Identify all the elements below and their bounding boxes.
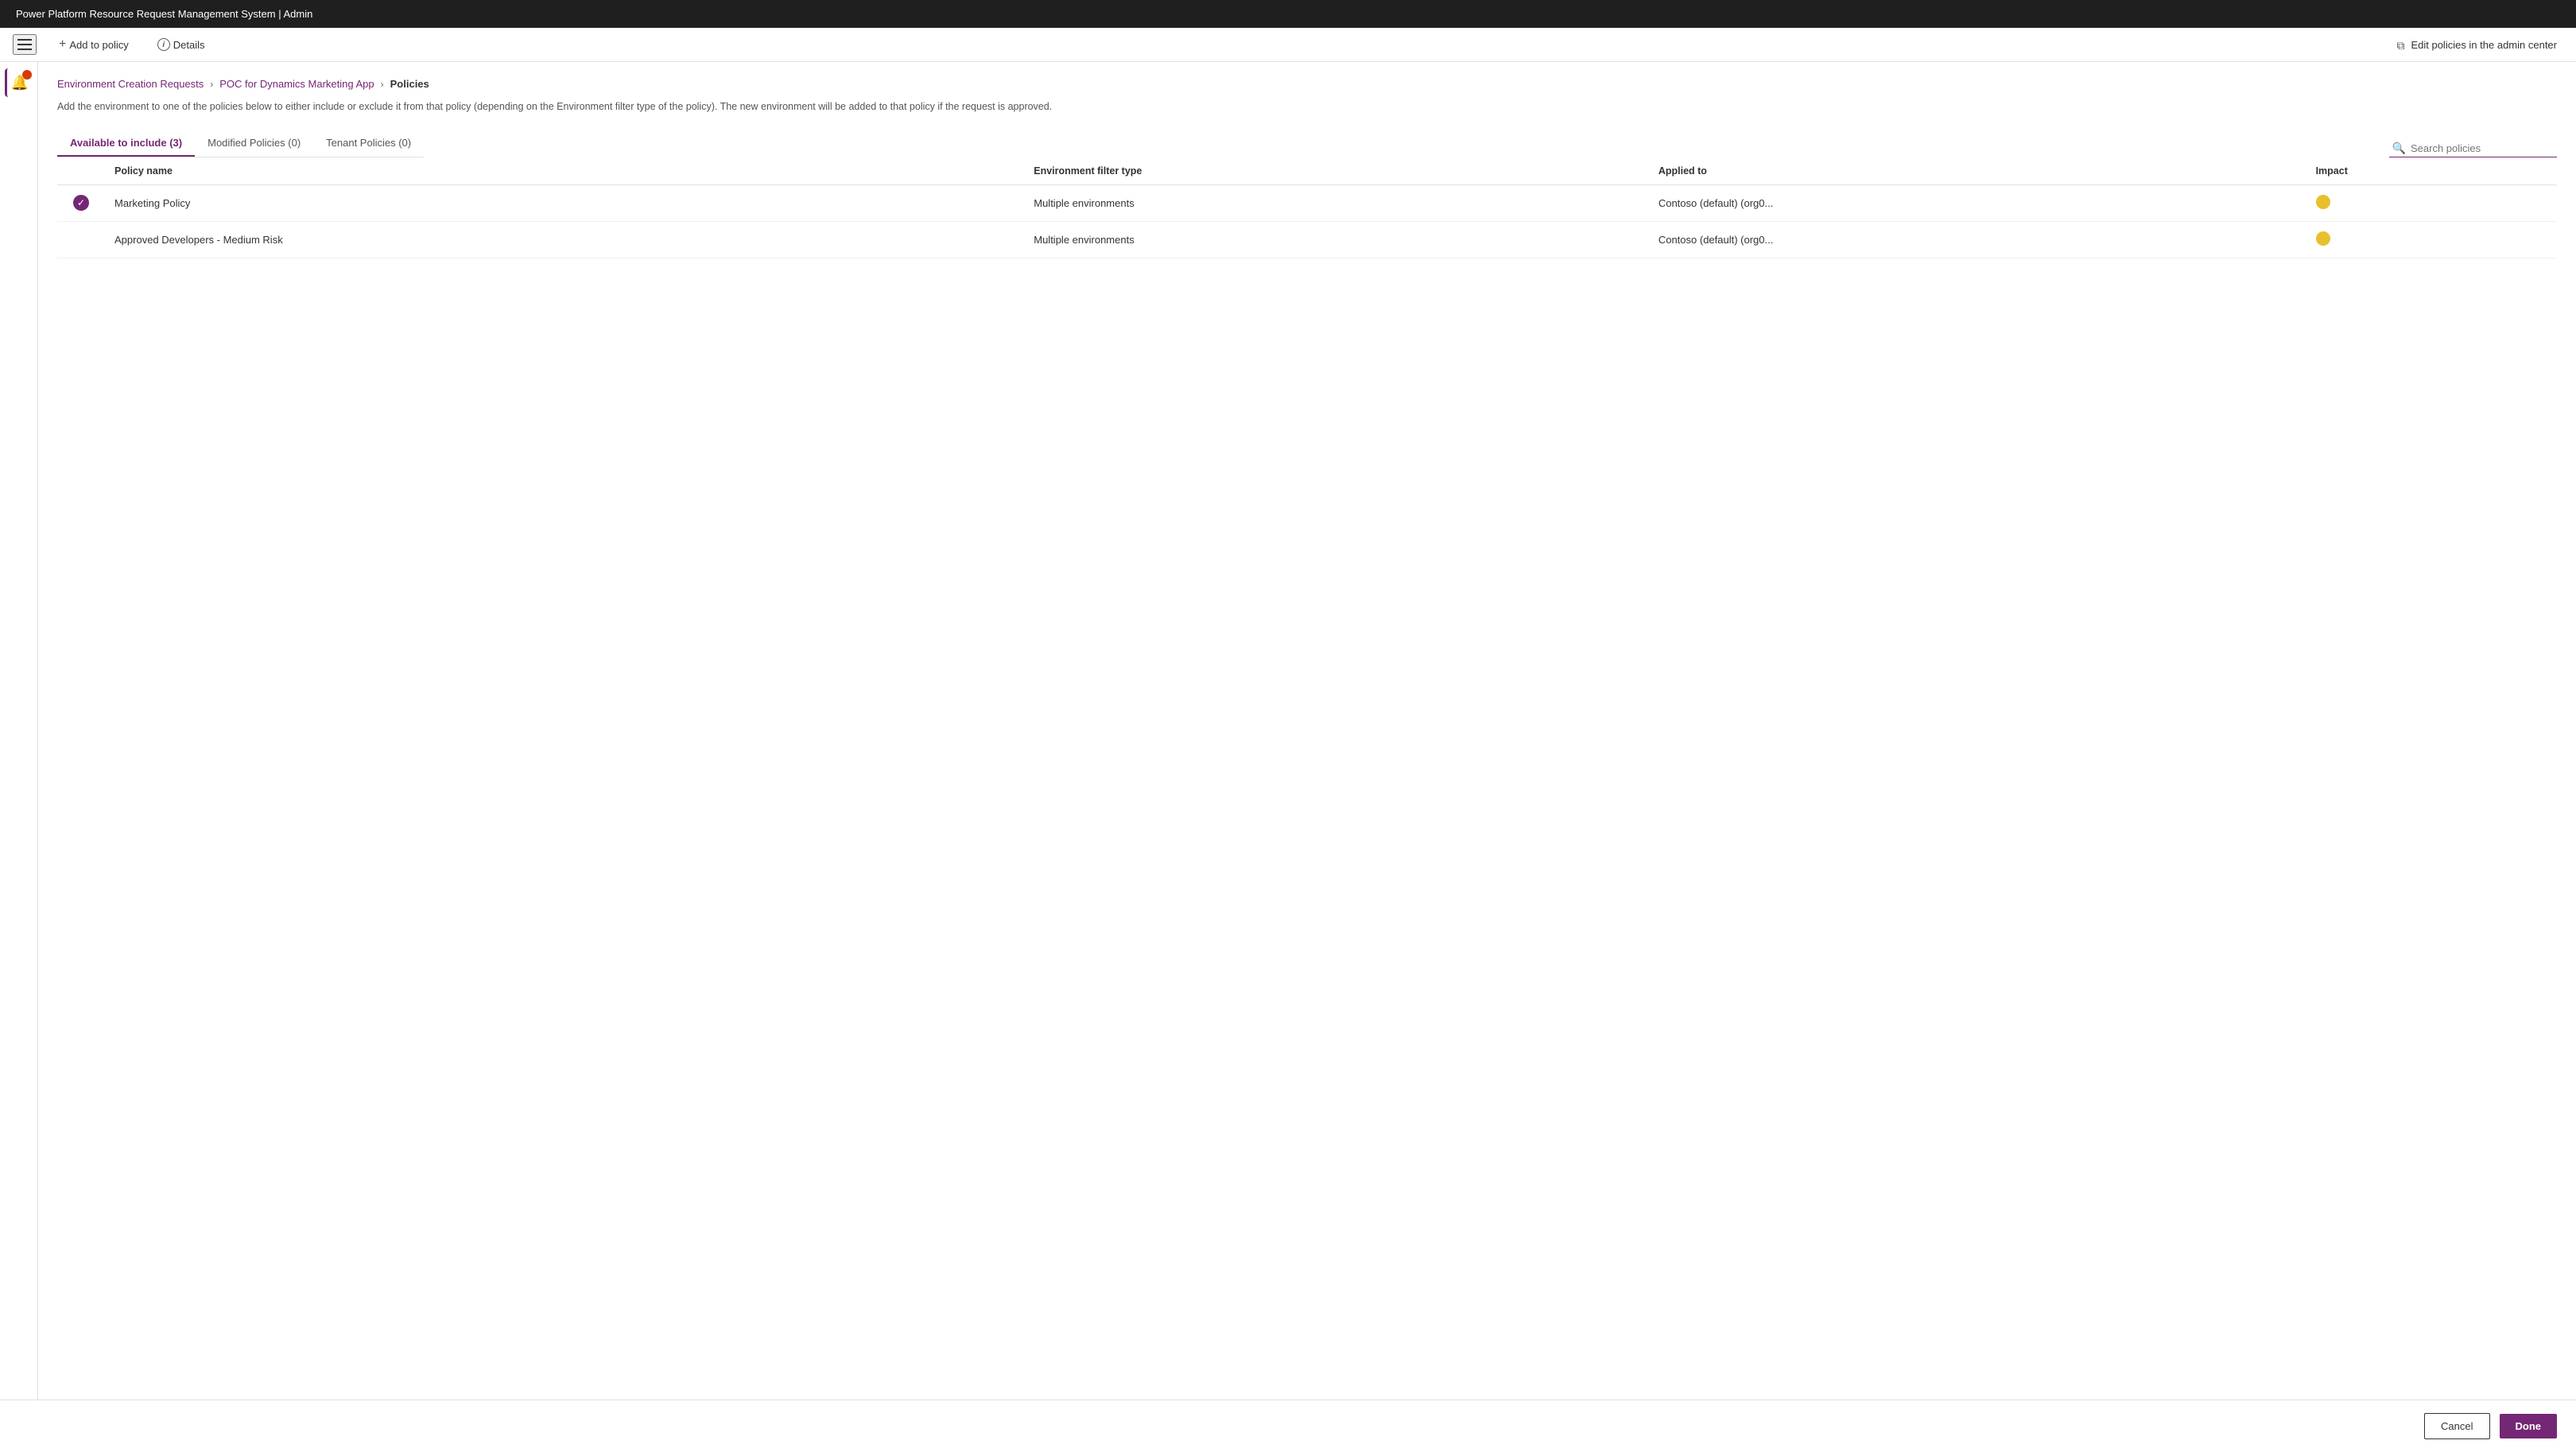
row2-policy-name: Approved Developers - Medium Risk <box>105 221 1024 258</box>
sidebar-strip: 🔔 <box>0 62 38 1400</box>
edit-admin-label: Edit policies in the admin center <box>2411 39 2557 51</box>
breadcrumb-step1[interactable]: Environment Creation Requests <box>57 78 204 90</box>
tab-modified[interactable]: Modified Policies (0) <box>195 130 313 157</box>
tab-tenant[interactable]: Tenant Policies (0) <box>313 130 424 157</box>
info-icon: i <box>157 38 170 51</box>
footer: Cancel Done <box>0 1400 2576 1452</box>
table-row[interactable]: Approved Developers - Medium Risk Multip… <box>57 221 2557 258</box>
row1-check: ✓ <box>57 184 105 221</box>
search-icon: 🔍 <box>2392 142 2406 155</box>
notification-badge <box>22 70 32 80</box>
breadcrumb-step2[interactable]: POC for Dynamics Marketing App <box>219 78 374 90</box>
impact-dot-icon <box>2316 195 2330 209</box>
row1-impact <box>2306 184 2557 221</box>
col-impact: Impact <box>2306 157 2557 185</box>
tab-available[interactable]: Available to include (3) <box>57 130 195 157</box>
breadcrumb-sep-1: › <box>210 79 213 90</box>
sidebar-notifications[interactable]: 🔔 <box>5 68 33 97</box>
row1-policy-name: Marketing Policy <box>105 184 1024 221</box>
breadcrumb-sep-2: › <box>381 79 384 90</box>
done-button[interactable]: Done <box>2500 1414 2558 1438</box>
toolbar-right: Edit policies in the admin center <box>2388 36 2563 54</box>
col-check <box>57 157 105 185</box>
col-env-filter: Environment filter type <box>1024 157 1649 185</box>
external-link-icon <box>2395 39 2406 50</box>
add-to-policy-button[interactable]: + Add to policy <box>52 34 135 55</box>
plus-icon: + <box>59 37 66 52</box>
col-policy-name: Policy name <box>105 157 1024 185</box>
row2-check <box>57 221 105 258</box>
search-box: 🔍 <box>2389 140 2557 157</box>
check-circle-icon: ✓ <box>73 195 89 211</box>
details-button[interactable]: i Details <box>151 35 211 54</box>
hamburger-button[interactable] <box>13 34 37 55</box>
details-label: Details <box>173 39 205 51</box>
toolbar-left: + Add to policy i Details <box>13 34 2388 55</box>
impact-dot-icon <box>2316 231 2330 246</box>
row2-impact <box>2306 221 2557 258</box>
add-to-policy-label: Add to policy <box>69 39 128 51</box>
tabs: Available to include (3) Modified Polici… <box>57 130 424 157</box>
row2-env-filter: Multiple environments <box>1024 221 1649 258</box>
row1-applied-to: Contoso (default) (org0... <box>1649 184 2306 221</box>
toolbar: + Add to policy i Details Edit policies … <box>0 28 2576 62</box>
row2-applied-to: Contoso (default) (org0... <box>1649 221 2306 258</box>
description-text: Add the environment to one of the polici… <box>57 99 1091 115</box>
breadcrumb: Environment Creation Requests › POC for … <box>57 78 2557 90</box>
title-bar-text: Power Platform Resource Request Manageme… <box>16 8 312 20</box>
cancel-button[interactable]: Cancel <box>2424 1413 2489 1439</box>
table-row[interactable]: ✓ Marketing Policy Multiple environments… <box>57 184 2557 221</box>
row1-env-filter: Multiple environments <box>1024 184 1649 221</box>
tabs-search-row: Available to include (3) Modified Polici… <box>57 130 2557 157</box>
main-content: 🔔 Environment Creation Requests › POC fo… <box>0 62 2576 1400</box>
edit-admin-button[interactable]: Edit policies in the admin center <box>2388 36 2563 54</box>
table-header-row: Policy name Environment filter type Appl… <box>57 157 2557 185</box>
content-area: Environment Creation Requests › POC for … <box>38 62 2576 1400</box>
breadcrumb-step3: Policies <box>390 78 429 90</box>
title-bar: Power Platform Resource Request Manageme… <box>0 0 2576 28</box>
policy-table: Policy name Environment filter type Appl… <box>57 157 2557 258</box>
search-input[interactable] <box>2411 142 2554 154</box>
col-applied-to: Applied to <box>1649 157 2306 185</box>
